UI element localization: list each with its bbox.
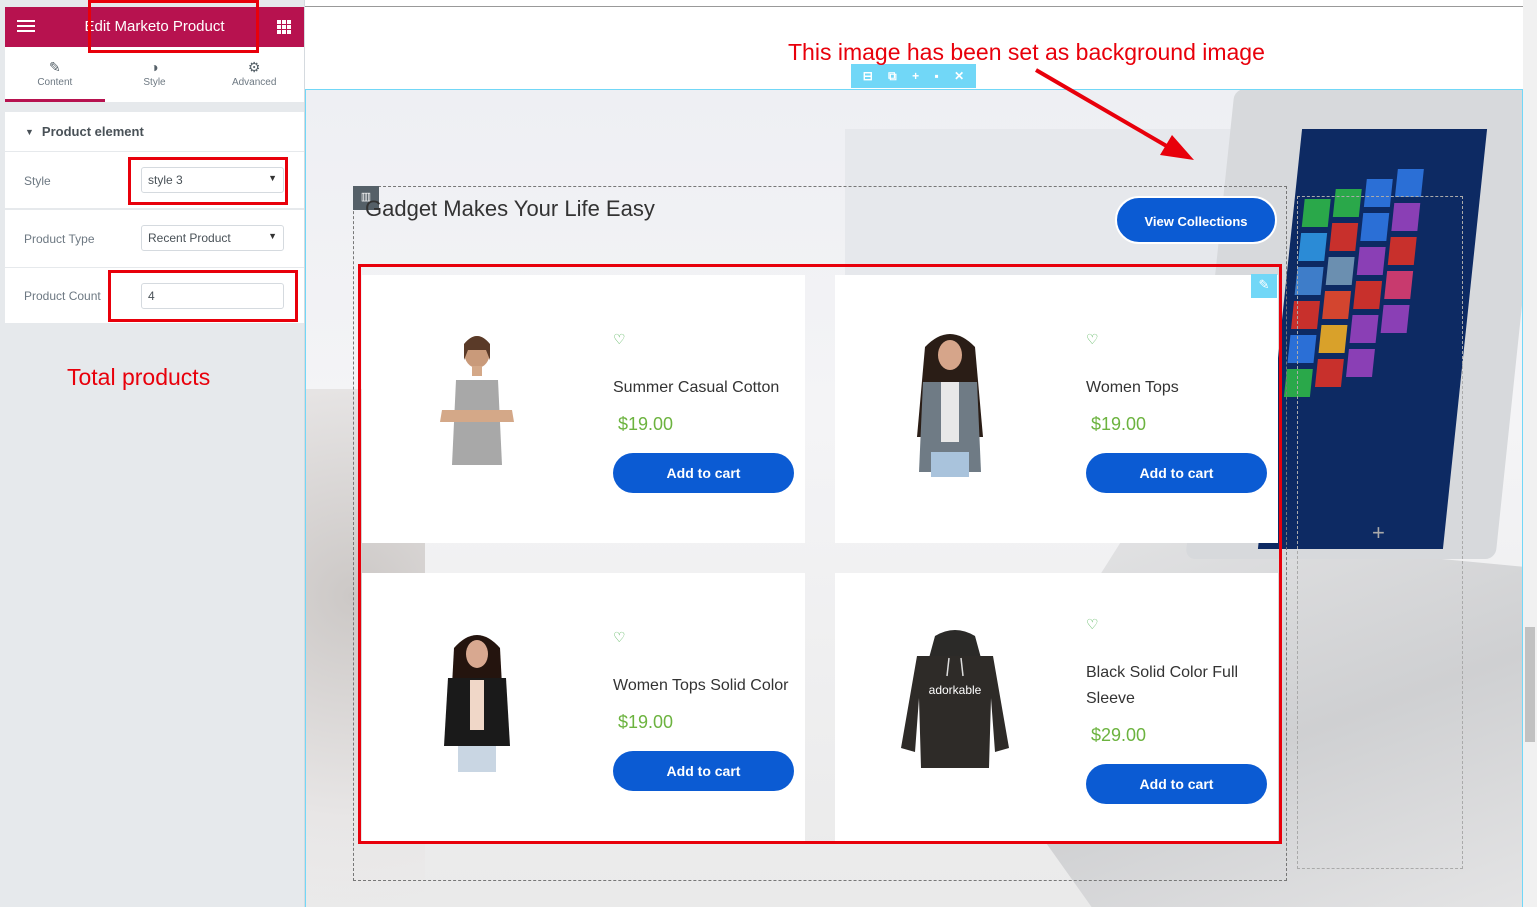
panel-title: Edit Marketo Product xyxy=(84,18,225,35)
product-image xyxy=(444,635,510,772)
product-count-input[interactable]: 4 xyxy=(141,283,284,309)
style-label: Style xyxy=(24,174,51,188)
section-heading: Gadget Makes Your Life Easy xyxy=(365,196,655,221)
product-card: ♡ Women Tops $19.00 Add to cart xyxy=(835,275,1278,543)
annotation-background-note: This image has been set as background im… xyxy=(788,39,1265,65)
product-count-label: Product Count xyxy=(24,289,101,303)
gear-icon: ⚙ xyxy=(247,59,261,75)
product-price: $19.00 xyxy=(1091,414,1147,434)
wishlist-heart-icon[interactable]: ♡ xyxy=(613,331,626,348)
widgets-grid-icon[interactable] xyxy=(277,20,291,34)
tab-advanced[interactable]: ⚙ Advanced xyxy=(204,47,304,102)
control-product-count: Product Count 4 xyxy=(5,268,304,323)
product-card: ♡ Summer Casual Cotton $19.00 Add to car… xyxy=(362,275,805,543)
wishlist-heart-icon[interactable]: ♡ xyxy=(1086,331,1099,348)
duplicate-icon[interactable]: ⧉ xyxy=(888,69,897,84)
add-to-cart-button[interactable]: Add to cart xyxy=(1086,764,1267,804)
tab-style-label: Style xyxy=(143,77,166,88)
edit-widget-pencil-icon[interactable]: ✎ xyxy=(1251,274,1277,298)
product-name[interactable]: Women Tops xyxy=(1086,375,1276,401)
product-name[interactable]: Women Tops Solid Color xyxy=(613,673,803,699)
select-arrow-icon: ▼ xyxy=(268,231,277,241)
product-image xyxy=(917,334,983,477)
tab-content[interactable]: ✎ Content xyxy=(5,47,105,102)
product-type-label: Product Type xyxy=(24,232,95,246)
wishlist-heart-icon[interactable]: ♡ xyxy=(1086,616,1099,633)
add-to-cart-button[interactable]: Add to cart xyxy=(613,453,794,493)
save-icon[interactable]: ▪ xyxy=(935,69,939,83)
product-price: $19.00 xyxy=(618,712,674,732)
product-count-value: 4 xyxy=(148,289,155,303)
wishlist-heart-icon[interactable]: ♡ xyxy=(613,629,626,646)
tab-style[interactable]: ◑ Style xyxy=(105,47,205,102)
editor-panel: Edit Marketo Product ✎ Content ◑ Style ⚙… xyxy=(0,0,305,907)
edit-section-icon[interactable]: ⊟ xyxy=(863,69,873,83)
style-select-value: style 3 xyxy=(148,173,183,187)
caret-down-icon: ▼ xyxy=(25,127,34,137)
style-select[interactable]: style 3 ▼ xyxy=(141,167,284,193)
view-collections-button[interactable]: View Collections xyxy=(1115,196,1277,244)
scrollbar-thumb[interactable] xyxy=(1525,627,1535,742)
page-scrollbar[interactable] xyxy=(1523,0,1537,907)
tab-advanced-label: Advanced xyxy=(231,77,277,88)
product-image: adorkable xyxy=(901,630,1009,768)
control-product-type: Product Type Recent Product ▼ xyxy=(5,210,304,268)
product-image xyxy=(440,336,514,465)
panel-tabs: ✎ Content ◑ Style ⚙ Advanced xyxy=(5,47,304,102)
add-widget-plus-icon[interactable]: + xyxy=(1372,520,1385,546)
add-to-cart-button[interactable]: Add to cart xyxy=(613,751,794,791)
pencil-icon: ✎ xyxy=(48,59,61,75)
product-card: adorkable ♡ Black Solid Color Full Sleev… xyxy=(835,573,1278,841)
product-name[interactable]: Black Solid Color Full Sleeve xyxy=(1086,660,1276,712)
product-type-select-value: Recent Product xyxy=(148,231,231,245)
product-card: ♡ Women Tops Solid Color $19.00 Add to c… xyxy=(362,573,805,841)
section-toolbar: ⊟ ⧉ + ▪ ✕ xyxy=(851,64,976,88)
product-price: $29.00 xyxy=(1091,725,1147,745)
section-title-label: Product element xyxy=(41,124,144,139)
contrast-icon: ◑ xyxy=(150,59,159,75)
add-to-cart-button[interactable]: Add to cart xyxy=(1086,453,1267,493)
select-arrow-icon: ▼ xyxy=(268,173,277,183)
product-type-select[interactable]: Recent Product ▼ xyxy=(141,225,284,251)
add-icon[interactable]: + xyxy=(912,69,919,83)
section-toggle-product-element[interactable]: ▼ Product element xyxy=(5,112,304,152)
annotation-total-products: Total products xyxy=(67,364,211,390)
tab-content-label: Content xyxy=(37,77,73,88)
control-style: Style style 3 ▼ xyxy=(5,152,304,209)
product-name[interactable]: Summer Casual Cotton xyxy=(613,375,803,401)
hoodie-print-text: adorkable xyxy=(929,683,982,697)
close-icon[interactable]: ✕ xyxy=(954,69,964,83)
product-price: $19.00 xyxy=(618,414,674,434)
preview-top-border xyxy=(305,6,1523,7)
panel-header: Edit Marketo Product xyxy=(5,7,304,47)
